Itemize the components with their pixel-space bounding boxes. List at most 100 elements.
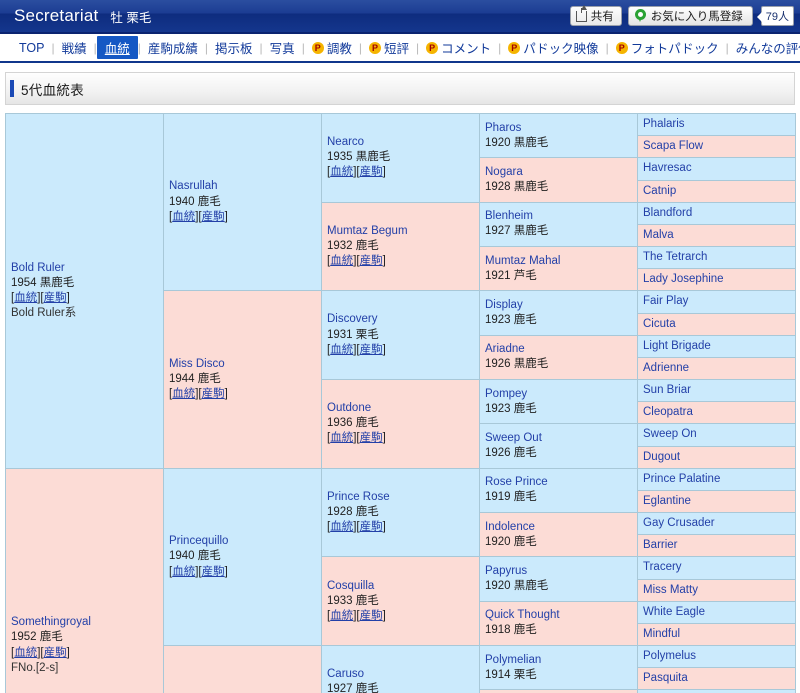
share-button-label: 共有 <box>590 11 614 23</box>
main-navigation: TOP | 戦績 | 血統 | 産駒成績 | 掲示板 | 写真 | P 調教 | P 短評 | P コメント | P パドッ… <box>0 34 800 63</box>
nav-item-戦績[interactable]: 戦績 <box>55 37 94 58</box>
add-favorite-button[interactable]: お気に入り馬登録 <box>627 6 753 26</box>
horse-name-link[interactable]: Bold Ruler <box>11 261 158 276</box>
horse-name-link[interactable]: Indolence <box>485 520 632 535</box>
horse-name-link[interactable]: Nearco <box>327 135 474 150</box>
offspring-link[interactable]: 産駒 <box>360 166 383 178</box>
pedigree-link[interactable]: 血統 <box>14 292 37 304</box>
pedigree-link[interactable]: 血統 <box>172 211 195 223</box>
pedigree-link[interactable]: 血統 <box>14 647 37 659</box>
offspring-link[interactable]: 産駒 <box>360 610 383 622</box>
horse-name-link[interactable]: Tracery <box>643 560 790 575</box>
horse-sire-line: FNo.[2-s] <box>11 661 59 674</box>
horse-name-link[interactable]: Lady Josephine <box>643 272 790 287</box>
horse-name-link[interactable]: Eglantine <box>643 494 790 509</box>
nav-item-調教[interactable]: P 調教 <box>305 37 359 58</box>
offspring-link[interactable]: 産駒 <box>360 255 383 267</box>
horse-name-link[interactable]: Dugout <box>643 450 790 465</box>
horse-name-link[interactable]: Quick Thought <box>485 608 632 623</box>
nav-item-血統[interactable]: 血統 <box>96 36 138 59</box>
nav-item-掲示板[interactable]: 掲示板 <box>208 37 260 58</box>
nav-item-label: 戦績 <box>61 42 87 56</box>
share-button[interactable]: 共有 <box>569 4 622 26</box>
pedigree-cell-gen5: Barrier <box>637 534 796 558</box>
horse-name-link[interactable]: Barrier <box>643 538 790 553</box>
nav-item-産駒成績[interactable]: 産駒成績 <box>141 37 205 58</box>
nav-item-フォトパドック[interactable]: P フォトパドック <box>609 37 726 58</box>
horse-name-link[interactable]: Havresac <box>643 161 790 176</box>
horse-name-link[interactable]: Malva <box>643 228 790 243</box>
horse-name-link[interactable]: Caruso <box>327 667 474 682</box>
pedigree-link[interactable]: 血統 <box>330 610 353 622</box>
pedigree-link[interactable]: 血統 <box>330 255 353 267</box>
pedigree-cell-gen4: Rose Prince 1919 鹿毛 <box>479 467 638 514</box>
horse-name-link[interactable]: Nasrullah <box>169 179 316 194</box>
offspring-link[interactable]: 産駒 <box>360 432 383 444</box>
horse-name-link[interactable]: Sun Briar <box>643 383 790 398</box>
offspring-link[interactable]: 産駒 <box>202 566 225 578</box>
horse-name-link[interactable]: Cosquilla <box>327 579 474 594</box>
offspring-link[interactable]: 産駒 <box>44 292 67 304</box>
pedigree-link[interactable]: 血統 <box>172 388 195 400</box>
offspring-link[interactable]: 産駒 <box>202 388 225 400</box>
horse-name-link[interactable]: Pasquita <box>643 671 790 686</box>
horse-name-link[interactable]: Sweep Out <box>485 431 632 446</box>
nav-item-コメント[interactable]: P コメント <box>419 37 498 58</box>
horse-name-link[interactable]: Blandford <box>643 206 790 221</box>
horse-name-link[interactable]: Prince Palatine <box>643 472 790 487</box>
horse-name-link[interactable]: Scapa Flow <box>643 139 790 154</box>
horse-name-link[interactable]: Display <box>485 298 632 313</box>
horse-name-link[interactable]: Somethingroyal <box>11 615 158 630</box>
horse-name-link[interactable]: Mindful <box>643 627 790 642</box>
horse-name-link[interactable]: Blenheim <box>485 209 632 224</box>
offspring-link[interactable]: 産駒 <box>360 344 383 356</box>
horse-name-link[interactable]: Sweep On <box>643 427 790 442</box>
horse-name-link[interactable]: Mumtaz Begum <box>327 224 474 239</box>
horse-name-link[interactable]: Prince Rose <box>327 490 474 505</box>
offspring-link[interactable]: 産駒 <box>202 211 225 223</box>
horse-name-link[interactable]: Papyrus <box>485 564 632 579</box>
horse-name-link[interactable]: Fair Play <box>643 294 790 309</box>
horse-name-link[interactable]: Discovery <box>327 312 474 327</box>
pedigree-cell-gen2: Imperatrice1938 黒鹿毛[血統][産駒] <box>163 645 322 693</box>
horse-name-link[interactable]: Miss Disco <box>169 357 316 372</box>
horse-name-link[interactable]: Nogara <box>485 165 632 180</box>
pedigree-link[interactable]: 血統 <box>172 566 195 578</box>
horse-name-link[interactable]: Light Brigade <box>643 339 790 354</box>
pedigree-link[interactable]: 血統 <box>330 166 353 178</box>
nav-item-TOP[interactable]: TOP <box>12 40 51 56</box>
horse-name-link[interactable]: Polymelian <box>485 653 632 668</box>
horse-name-link[interactable]: Pompey <box>485 387 632 402</box>
horse-name-link[interactable]: Ariadne <box>485 342 632 357</box>
nav-item-短評[interactable]: P 短評 <box>362 37 416 58</box>
horse-name-link[interactable]: White Eagle <box>643 605 790 620</box>
horse-detail-links: [血統][産駒] <box>11 291 70 304</box>
horse-name-link[interactable]: Princequillo <box>169 534 316 549</box>
nav-item-パドック映像[interactable]: P パドック映像 <box>501 37 605 58</box>
pedigree-link[interactable]: 血統 <box>330 432 353 444</box>
horse-name-link[interactable]: Miss Matty <box>643 583 790 598</box>
horse-name-link[interactable]: Outdone <box>327 401 474 416</box>
nav-item-写真[interactable]: 写真 <box>263 37 302 58</box>
horse-name-link[interactable]: Pharos <box>485 121 632 136</box>
nav-item-みんなの評価[interactable]: みんなの評価 <box>729 37 800 58</box>
offspring-link[interactable]: 産駒 <box>44 647 67 659</box>
horse-name-link[interactable]: Polymelus <box>643 649 790 664</box>
horse-name-link[interactable]: Cleopatra <box>643 405 790 420</box>
horse-name-link[interactable]: Rose Prince <box>485 475 632 490</box>
pedigree-cell-gen5: Sun Briar <box>637 379 796 403</box>
horse-name-link[interactable]: Phalaris <box>643 117 790 132</box>
pedigree-cell-gen4: Papyrus 1920 黒鹿毛 <box>479 556 638 602</box>
horse-name-link[interactable]: The Tetrarch <box>643 250 790 265</box>
offspring-link[interactable]: 産駒 <box>360 521 383 533</box>
horse-name-link[interactable]: Catnip <box>643 184 790 199</box>
pedigree-cell-gen5: Mindful <box>637 622 796 647</box>
pedigree-link[interactable]: 血統 <box>330 521 353 533</box>
horse-name-link[interactable]: Adrienne <box>643 361 790 376</box>
horse-name-link[interactable]: Gay Crusader <box>643 516 790 531</box>
horse-detail-links: [血統][産駒] <box>327 166 386 179</box>
pedigree-cell-gen5: Cicuta <box>637 312 796 336</box>
horse-name-link[interactable]: Mumtaz Mahal <box>485 254 632 269</box>
pedigree-link[interactable]: 血統 <box>330 344 353 356</box>
horse-name-link[interactable]: Cicuta <box>643 317 790 332</box>
